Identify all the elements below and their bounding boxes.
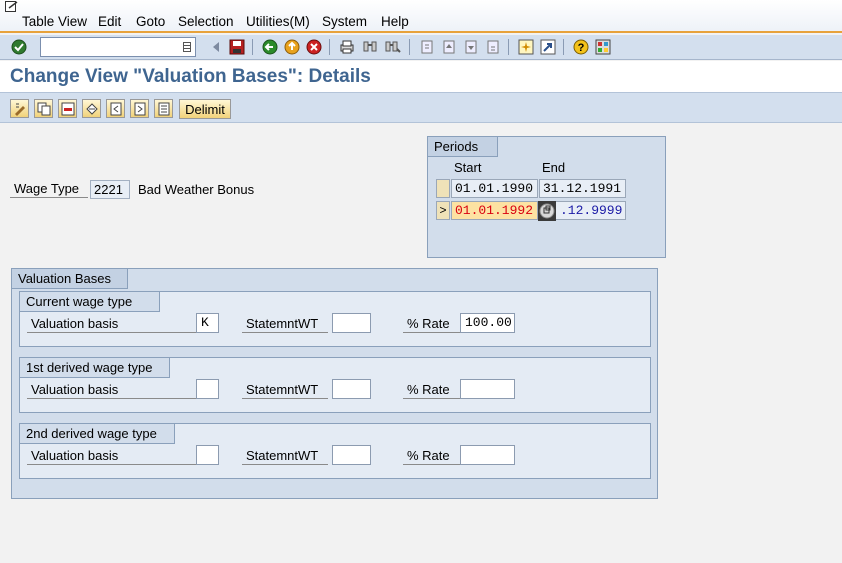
valuation-basis-label: Valuation basis [27, 316, 197, 333]
period-end-cell[interactable]: 31.12.1991 [539, 179, 626, 198]
valuation-basis-input[interactable] [196, 379, 219, 399]
application-toolbar: Delimit [0, 92, 842, 123]
statement-wt-input[interactable] [332, 379, 371, 399]
save-icon[interactable] [228, 38, 246, 56]
statement-wt-input[interactable] [332, 313, 371, 333]
current-wage-type-title: Current wage type [26, 294, 133, 309]
menu-help[interactable]: Help [381, 14, 409, 29]
periods-group: Periods Start End 01.01.1990 31.12.1991 … [427, 136, 666, 258]
statement-wt-label: StatemntWT [242, 316, 328, 333]
display-change-icon[interactable] [10, 99, 29, 118]
menu-selection[interactable]: Selection [178, 14, 234, 29]
delimit-button[interactable]: Delimit [179, 99, 231, 119]
command-field[interactable] [40, 37, 196, 57]
next-entry-icon[interactable] [130, 99, 149, 118]
toolbar-separator [508, 39, 509, 55]
menu-table-view[interactable]: Table View [22, 14, 87, 29]
cancel-icon[interactable] [305, 38, 323, 56]
svg-text:?: ? [578, 42, 585, 54]
title-bar: Change View "Valuation Bases": Details [0, 61, 842, 92]
find-icon[interactable] [361, 38, 379, 56]
rate-label: % Rate [403, 382, 463, 399]
periods-end-header: End [542, 160, 566, 175]
first-page-icon[interactable] [418, 38, 436, 56]
previous-entry-icon[interactable] [106, 99, 125, 118]
standard-toolbar: ? [0, 35, 842, 60]
period-start-cell[interactable]: 01.01.1992 [451, 201, 538, 220]
prev-page-icon[interactable] [440, 38, 458, 56]
valuation-bases-group: Valuation Bases Current wage type Valuat… [11, 268, 658, 499]
valuation-basis-input[interactable]: K [196, 313, 219, 333]
valuation-basis-label: Valuation basis [27, 382, 197, 399]
other-entry-icon[interactable] [154, 99, 173, 118]
back-icon[interactable] [207, 38, 225, 56]
system-menu-icon[interactable] [5, 1, 19, 13]
period-row-selector[interactable]: > [436, 201, 450, 220]
menu-edit[interactable]: Edit [98, 14, 121, 29]
shortcut-icon[interactable] [539, 38, 557, 56]
page-title: Change View "Valuation Bases": Details [10, 66, 371, 87]
period-row-selector[interactable] [436, 179, 450, 198]
rate-label: % Rate [403, 448, 463, 465]
undo-change-icon[interactable] [82, 99, 101, 118]
toolbar-separator [563, 39, 564, 55]
delete-icon[interactable] [58, 99, 77, 118]
valuation-basis-label: Valuation basis [27, 448, 197, 465]
last-page-icon[interactable] [484, 38, 502, 56]
period-start-cell[interactable]: 01.01.1990 [451, 179, 538, 198]
wage-type-description: Bad Weather Bonus [138, 182, 255, 197]
statement-wt-label: StatemntWT [242, 382, 328, 399]
enter-icon[interactable] [10, 38, 28, 56]
valuation-basis-input[interactable] [196, 445, 219, 465]
second-derived-wage-type-title: 2nd derived wage type [26, 426, 157, 441]
help-icon[interactable]: ? [572, 38, 590, 56]
rate-input[interactable] [460, 379, 515, 399]
toolbar-separator [252, 39, 253, 55]
second-derived-wage-type-group: 2nd derived wage type Valuation basis St… [19, 423, 651, 479]
statement-wt-label: StatemntWT [242, 448, 328, 465]
toolbar-separator [409, 39, 410, 55]
wage-type-label: Wage Type [10, 181, 88, 198]
menu-bar: Table View Edit Goto Selection Utilities… [0, 0, 842, 33]
menu-utilities[interactable]: Utilities(M) [246, 14, 310, 29]
print-icon[interactable] [338, 38, 356, 56]
menu-goto[interactable]: Goto [136, 14, 165, 29]
dropdown-list-icon[interactable] [183, 42, 191, 52]
first-derived-wage-type-group: 1st derived wage type Valuation basis St… [19, 357, 651, 413]
exit-icon[interactable] [283, 38, 301, 56]
find-next-icon[interactable] [384, 38, 402, 56]
valuation-bases-title: Valuation Bases [18, 271, 111, 286]
first-derived-wage-type-title: 1st derived wage type [26, 360, 153, 375]
back-nav-icon[interactable] [261, 38, 279, 56]
menu-system[interactable]: System [322, 14, 367, 29]
rate-input[interactable]: 100.00 [460, 313, 515, 333]
next-page-icon[interactable] [462, 38, 480, 56]
periods-start-header: Start [454, 160, 482, 175]
new-session-icon[interactable] [517, 38, 535, 56]
current-wage-type-group: Current wage type Valuation basis K Stat… [19, 291, 651, 347]
toolbar-separator [329, 39, 330, 55]
copy-as-icon[interactable] [34, 99, 53, 118]
rate-input[interactable] [460, 445, 515, 465]
wage-type-code: 2221 [90, 180, 130, 199]
calendar-cursor-icon[interactable] [538, 201, 556, 221]
rate-label: % Rate [403, 316, 463, 333]
statement-wt-input[interactable] [332, 445, 371, 465]
periods-title: Periods [434, 139, 479, 154]
layout-icon[interactable] [594, 38, 612, 56]
